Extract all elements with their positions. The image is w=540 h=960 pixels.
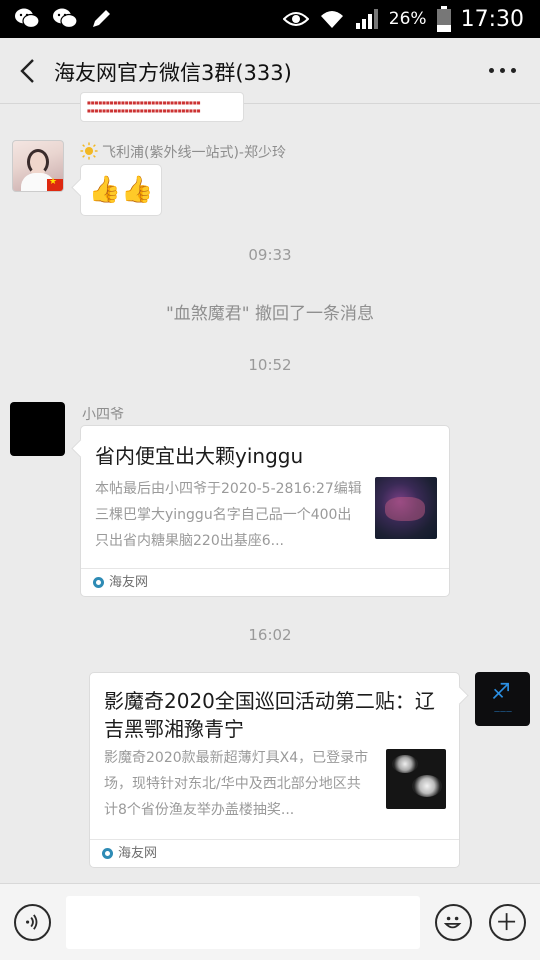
pencil-icon — [93, 10, 110, 27]
card2-thumbnail — [386, 749, 446, 809]
avatar-sender2[interactable] — [10, 402, 65, 456]
card1-title: 省内便宜出大颗yinggu — [95, 444, 304, 468]
card1-footer: 海友网 — [81, 568, 449, 596]
eye-icon — [282, 12, 309, 26]
timestamp-2: 10:52 — [248, 356, 292, 374]
sender1-name-row: 飞利浦(紫外线一站式)-郑少玲 — [80, 142, 286, 162]
wifi-icon — [320, 11, 343, 28]
sagittarius-icon: ♐ — [491, 680, 511, 705]
avatar-self[interactable]: ♐ ——— — [475, 672, 530, 726]
sun-icon — [80, 142, 98, 160]
card1-thumbnail — [375, 477, 437, 539]
notification-icons — [14, 6, 114, 30]
china-flag-icon — [47, 177, 63, 191]
wechat-notification-icon — [15, 8, 40, 29]
back-button[interactable] — [14, 56, 44, 86]
status-bar: 26% 17:30 — [0, 0, 540, 38]
emoji-icon — [443, 916, 462, 929]
haiyou-logo-icon — [93, 577, 104, 588]
link-card-1[interactable]: 省内便宜出大颗yinggu 本帖最后由小四爷于2020-5-2816:27编辑三… — [80, 425, 450, 597]
chat-title: 海友网官方微信3群(333) — [54, 61, 292, 85]
card2-footer: 海友网 — [90, 839, 459, 867]
avatar-self-caption: ——— — [494, 708, 512, 715]
card2-description: 影魔奇2020款最新超薄灯具X4，已登录市场，现特针对东北/华中及西北部分地区共… — [104, 750, 369, 818]
timestamp-1: 09:33 — [248, 246, 292, 264]
battery-icon — [436, 6, 451, 32]
card1-source: 海友网 — [109, 575, 149, 590]
recall-notice: "血煞魔君" 撤回了一条消息 — [165, 304, 375, 324]
battery-percent: 26% — [388, 9, 427, 29]
sender2-name: 小四爷 — [82, 407, 124, 423]
more-dots-icon[interactable] — [489, 68, 516, 73]
haiyou-logo-icon — [102, 848, 113, 859]
card1-description: 本帖最后由小四爷于2020-5-2816:27编辑三棵巴掌大yinggu名字自己… — [95, 481, 362, 549]
message-input[interactable] — [66, 896, 420, 949]
voice-icon — [25, 914, 38, 930]
card2-source: 海友网 — [118, 846, 158, 861]
back-arrow-icon — [20, 59, 34, 83]
card2-title: 影魔奇2020全国巡回活动第二贴：辽吉黑鄂湘豫青宁 — [104, 689, 435, 741]
plus-icon — [498, 913, 516, 931]
emoji-button[interactable] — [435, 904, 472, 941]
link-card-2[interactable]: 影魔奇2020全国巡回活动第二贴：辽吉黑鄂湘豫青宁 影魔奇2020款最新超薄灯具… — [89, 672, 460, 868]
clock: 17:30 — [460, 6, 524, 32]
timestamp-3: 16:02 — [248, 626, 292, 644]
avatar-sender1[interactable] — [12, 140, 64, 192]
signal-icon — [355, 9, 378, 29]
thumbs-up-message[interactable]: 👍👍 — [80, 164, 162, 216]
wechat-notification-icon-2 — [53, 8, 78, 29]
thumbs-up-emoji: 👍👍 — [88, 175, 154, 205]
voice-button[interactable] — [14, 904, 51, 941]
plus-button[interactable] — [489, 904, 526, 941]
previous-message-card[interactable]: ■■■■■■■■■■■■■■■■■■■■■■■■■■■■■■ ■■■■■■■■■… — [80, 92, 244, 122]
sender1-name: 飞利浦(紫外线一站式)-郑少玲 — [102, 145, 286, 161]
system-status: 26% 17:30 — [282, 4, 524, 34]
input-bar — [0, 883, 540, 960]
